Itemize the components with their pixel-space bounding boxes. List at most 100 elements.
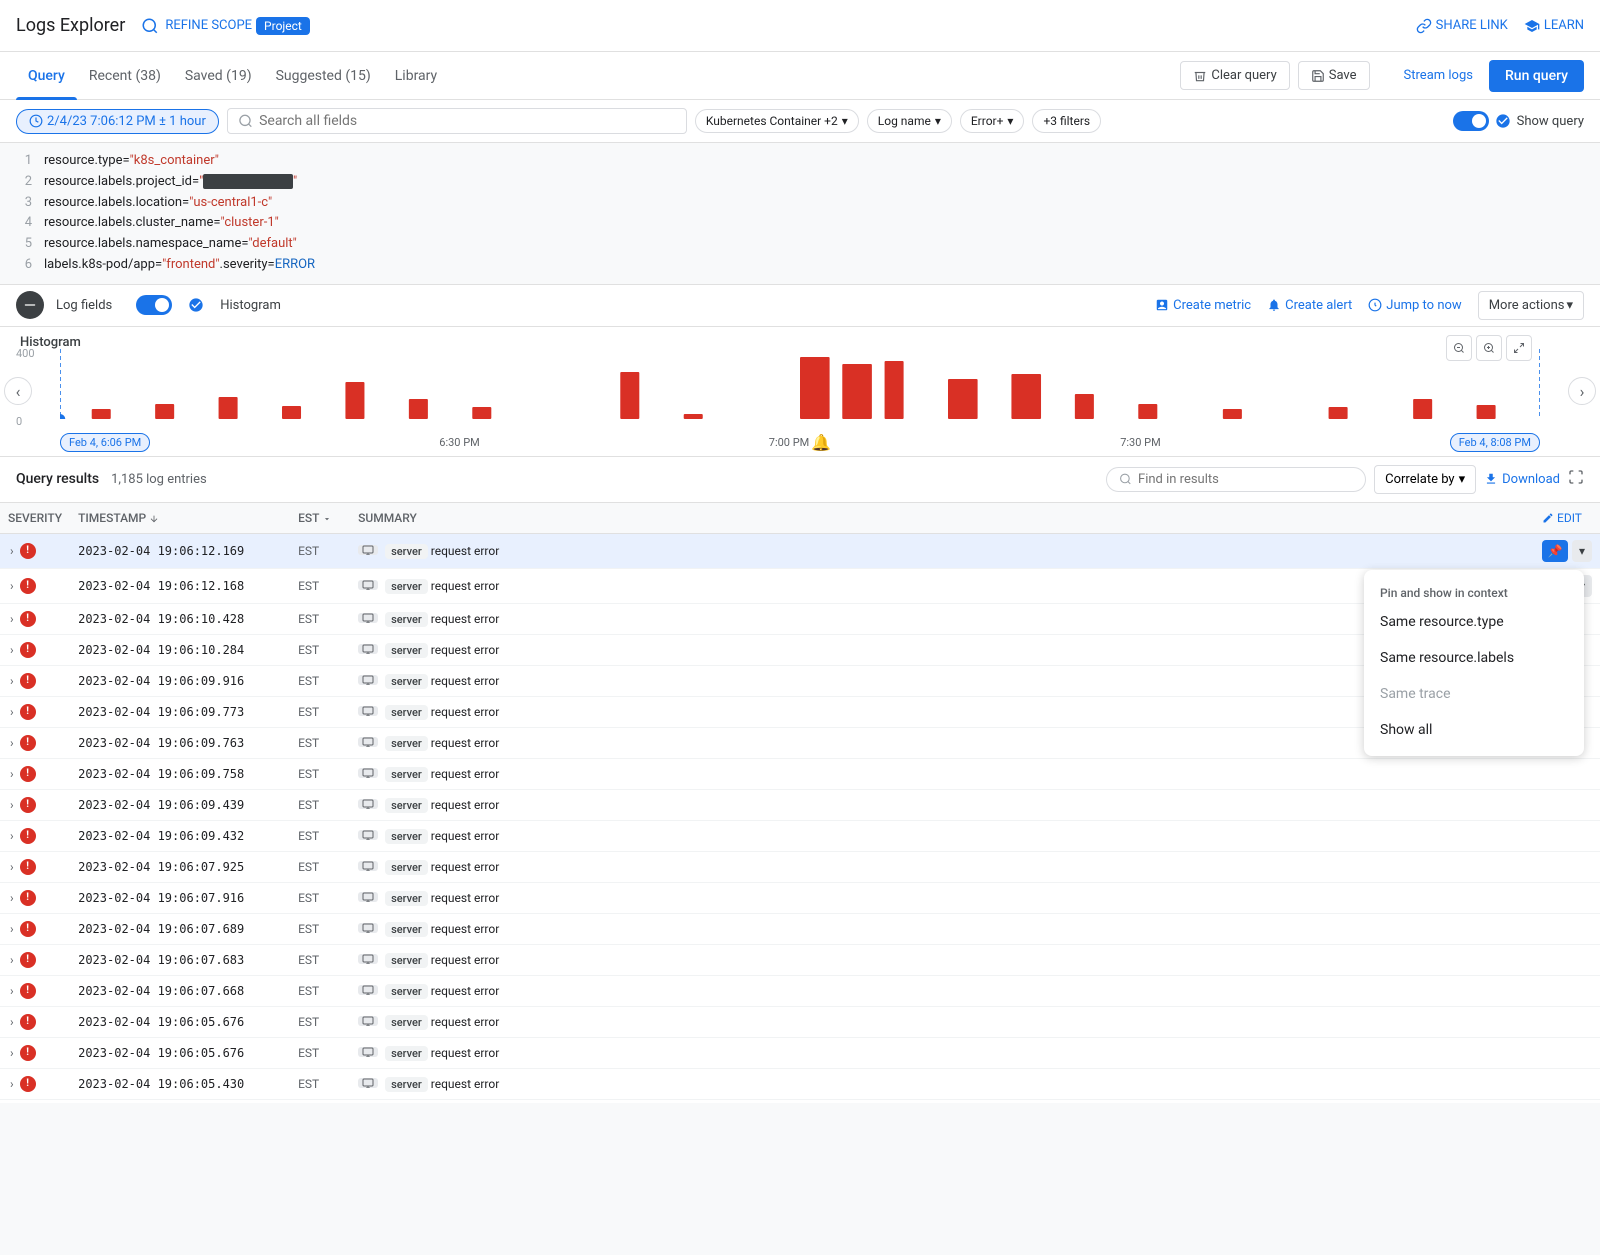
- table-row[interactable]: › ! 2023-02-04 19:06:09.432 EST server r…: [0, 820, 1600, 851]
- severity-filter-chevron: ▾: [1007, 114, 1013, 128]
- expand-row-button[interactable]: ›: [8, 796, 16, 814]
- table-row[interactable]: › ! 2023-02-04 19:06:04.675 EST server r…: [0, 1099, 1600, 1103]
- expand-row-button[interactable]: ›: [8, 765, 16, 783]
- table-row[interactable]: › ! 2023-02-04 19:06:12.169 EST server r…: [0, 533, 1600, 568]
- expand-row-button[interactable]: ›: [8, 1013, 16, 1031]
- context-menu-show-all[interactable]: Show all: [1364, 712, 1584, 748]
- cell-actions: [1534, 1037, 1600, 1068]
- find-input[interactable]: [1138, 472, 1353, 487]
- expand-row-button[interactable]: ›: [8, 641, 16, 659]
- query-editor[interactable]: 1resource.type="k8s_container" 2resource…: [0, 143, 1600, 285]
- table-row[interactable]: › ! 2023-02-04 19:06:09.439 EST server r…: [0, 789, 1600, 820]
- jump-to-now-button[interactable]: Jump to now: [1368, 298, 1461, 313]
- server-tag: server: [385, 579, 428, 594]
- show-query-toggle[interactable]: [1453, 111, 1489, 131]
- table-row[interactable]: › ! 2023-02-04 19:06:05.676 EST server r…: [0, 1006, 1600, 1037]
- refine-scope-button[interactable]: REFINE SCOPE: [141, 17, 252, 35]
- table-row[interactable]: › ! 2023-02-04 19:06:07.925 EST server r…: [0, 851, 1600, 882]
- expand-row-button[interactable]: ›: [8, 610, 16, 628]
- context-menu-same-resource-labels[interactable]: Same resource.labels: [1364, 640, 1584, 676]
- more-actions-button[interactable]: More actions ▾: [1478, 291, 1584, 320]
- table-row[interactable]: › ! 2023-02-04 19:06:10.428 EST server r…: [0, 603, 1600, 634]
- fullscreen-button[interactable]: [1568, 469, 1584, 490]
- search-box[interactable]: [227, 108, 687, 134]
- histogram-nav-left[interactable]: ‹: [4, 377, 32, 405]
- table-row[interactable]: › ! 2023-02-04 19:06:07.916 EST server r…: [0, 882, 1600, 913]
- log-fields-toggle[interactable]: [16, 291, 44, 319]
- create-alert-button[interactable]: Create alert: [1267, 298, 1352, 313]
- correlate-by-button[interactable]: Correlate by ▾: [1374, 465, 1476, 494]
- time-range-button[interactable]: 2/4/23 7:06:12 PM ± 1 hour: [16, 109, 219, 134]
- severity-filter-label: Error+: [971, 114, 1004, 128]
- context-menu-header: Pin and show in context: [1364, 578, 1584, 604]
- tab-saved[interactable]: Saved (19): [173, 52, 264, 100]
- cell-summary: server request error: [350, 1006, 1534, 1037]
- create-metric-button[interactable]: Create metric: [1155, 298, 1251, 313]
- expand-row-button[interactable]: ›: [8, 577, 16, 595]
- expand-row-button[interactable]: ›: [8, 672, 16, 690]
- learn-button[interactable]: LEARN: [1524, 18, 1584, 34]
- run-query-button[interactable]: Run query: [1489, 60, 1584, 92]
- more-filters-chip[interactable]: +3 filters: [1032, 109, 1101, 133]
- pin-button[interactable]: 📌: [1542, 540, 1568, 562]
- table-row[interactable]: › ! 2023-02-04 19:06:09.916 EST server r…: [0, 665, 1600, 696]
- tab-recent[interactable]: Recent (38): [77, 52, 173, 100]
- table-row[interactable]: › ! 2023-02-04 19:06:05.676 EST server r…: [0, 1037, 1600, 1068]
- cell-timestamp: 2023-02-04 19:06:10.284: [70, 634, 290, 665]
- tab-query[interactable]: Query: [16, 52, 77, 100]
- logname-filter-chip[interactable]: Log name ▾: [867, 109, 952, 133]
- expand-row-button[interactable]: ›: [8, 920, 16, 938]
- col-header-est: EST: [290, 503, 350, 534]
- histogram-nav-right[interactable]: ›: [1568, 377, 1596, 405]
- download-button[interactable]: Download: [1484, 472, 1560, 487]
- expand-row-button[interactable]: ›: [8, 858, 16, 876]
- col-header-timestamp[interactable]: TIMESTAMP: [70, 503, 290, 534]
- expand-row-button[interactable]: ›: [8, 889, 16, 907]
- save-button[interactable]: Save: [1298, 61, 1370, 90]
- cell-timestamp: 2023-02-04 19:06:09.432: [70, 820, 290, 851]
- tab-suggested[interactable]: Suggested (15): [264, 52, 383, 100]
- table-row[interactable]: › ! 2023-02-04 19:06:07.689 EST server r…: [0, 913, 1600, 944]
- tab-library[interactable]: Library: [383, 52, 449, 100]
- share-link-button[interactable]: SHARE LINK: [1416, 18, 1508, 34]
- download-label: Download: [1502, 472, 1560, 487]
- table-row[interactable]: › ! 2023-02-04 19:06:09.763 EST server r…: [0, 727, 1600, 758]
- expand-row-button[interactable]: ›: [8, 703, 16, 721]
- stream-logs-button[interactable]: Stream logs: [1378, 62, 1481, 89]
- expand-row-button[interactable]: ›: [8, 734, 16, 752]
- summary-server-icon: [358, 923, 378, 933]
- resource-filter-chip[interactable]: Kubernetes Container +2 ▾: [695, 109, 859, 133]
- cell-tz: EST: [290, 1006, 350, 1037]
- clear-query-button[interactable]: Clear query: [1180, 61, 1289, 90]
- severity-indicator: !: [20, 673, 36, 689]
- est-chevron[interactable]: [322, 514, 332, 524]
- project-badge: Project: [256, 17, 310, 35]
- more-actions-label: More actions: [1489, 298, 1565, 313]
- severity-filter-chip[interactable]: Error+ ▾: [960, 109, 1025, 133]
- expand-row-button[interactable]: ›: [8, 951, 16, 969]
- expand-row-button[interactable]: ›: [8, 982, 16, 1000]
- edit-columns-button[interactable]: EDIT: [1542, 511, 1582, 525]
- table-row[interactable]: › ! 2023-02-04 19:06:09.773 EST server r…: [0, 696, 1600, 727]
- time-730: 7:30 PM: [1120, 436, 1160, 449]
- severity-indicator: !: [20, 735, 36, 751]
- table-row[interactable]: › ! 2023-02-04 19:06:12.168 EST server r…: [0, 568, 1600, 603]
- table-row[interactable]: › ! 2023-02-04 19:06:09.758 EST server r…: [0, 758, 1600, 789]
- summary-server-icon: [358, 706, 378, 716]
- expand-dropdown-button[interactable]: ▾: [1572, 540, 1592, 562]
- search-input[interactable]: [259, 113, 676, 129]
- table-row[interactable]: › ! 2023-02-04 19:06:07.668 EST server r…: [0, 975, 1600, 1006]
- table-row[interactable]: › ! 2023-02-04 19:06:10.284 EST server r…: [0, 634, 1600, 665]
- find-in-results-box[interactable]: [1106, 467, 1366, 492]
- table-row[interactable]: › ! 2023-02-04 19:06:05.430 EST server r…: [0, 1068, 1600, 1099]
- cell-severity: › !: [0, 665, 70, 696]
- expand-row-button[interactable]: ›: [8, 827, 16, 845]
- context-menu-same-resource-type[interactable]: Same resource.type: [1364, 604, 1584, 640]
- expand-row-button[interactable]: ›: [8, 1075, 16, 1093]
- expand-row-button[interactable]: ›: [8, 542, 16, 560]
- table-header-row: SEVERITY TIMESTAMP EST SUMMARY EDIT: [0, 503, 1600, 534]
- table-row[interactable]: › ! 2023-02-04 19:06:07.683 EST server r…: [0, 944, 1600, 975]
- expand-row-button[interactable]: ›: [8, 1044, 16, 1062]
- cell-actions: [1534, 851, 1600, 882]
- histogram-toggle[interactable]: [136, 295, 172, 315]
